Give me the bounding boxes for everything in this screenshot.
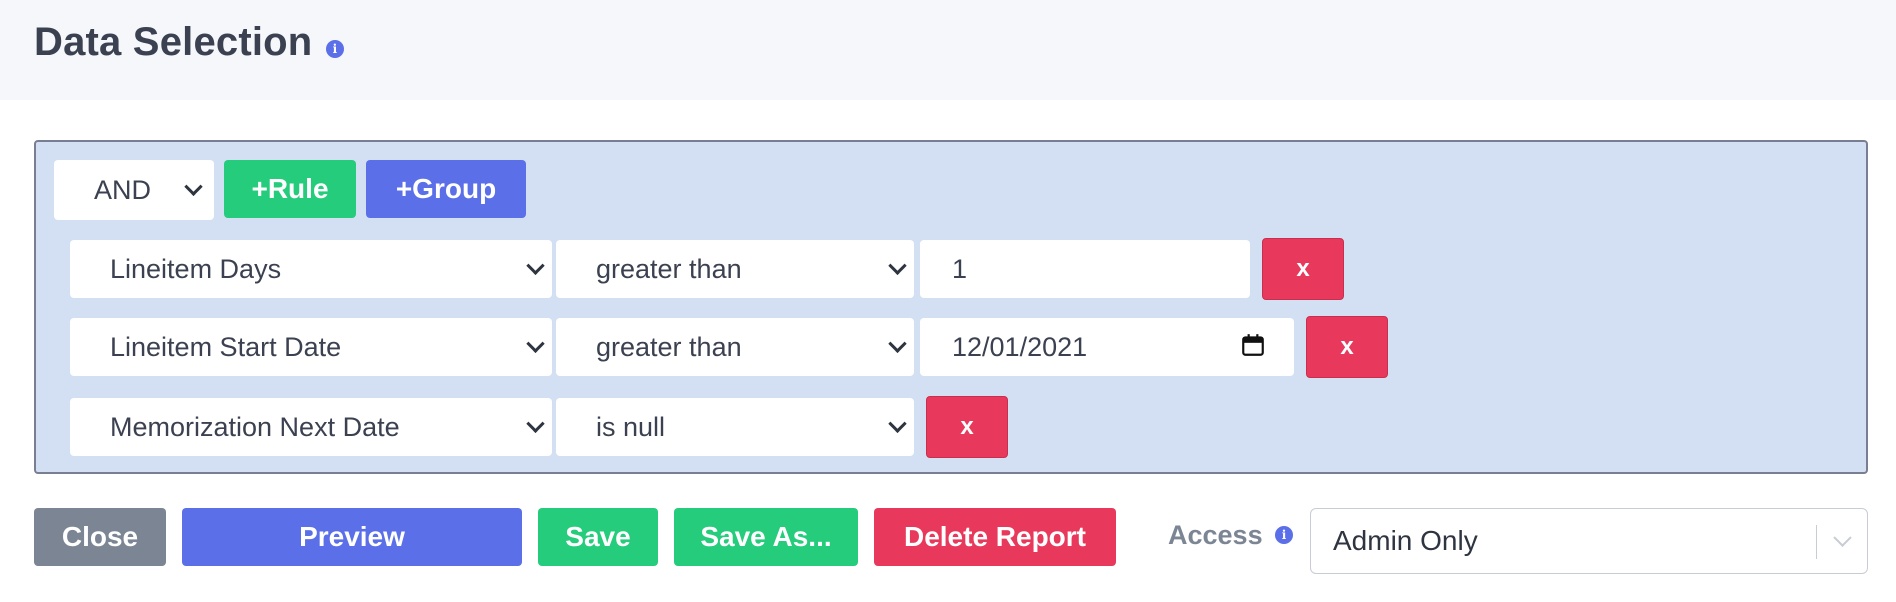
rule-3-operator-select[interactable]: is null <box>556 398 914 456</box>
rule-3-remove-button[interactable]: x <box>926 396 1008 458</box>
rule-1-operator-select[interactable]: greater than <box>556 240 914 298</box>
select-separator <box>1816 525 1817 559</box>
rule-1-field: Lineitem Days <box>110 253 282 284</box>
close-button[interactable]: Close <box>34 508 166 566</box>
rule-1-value-input[interactable]: 1 <box>920 240 1250 298</box>
rule-1-value: 1 <box>952 253 968 284</box>
rule-2-operator: greater than <box>596 331 742 362</box>
chevron-down-icon <box>1833 528 1852 547</box>
rule-3-operator: is null <box>596 411 666 442</box>
rule-1-operator: greater than <box>596 253 742 284</box>
access-select[interactable]: Admin Only <box>1310 508 1868 574</box>
chevron-down-icon <box>888 256 907 275</box>
info-icon[interactable]: i <box>326 40 344 58</box>
rule-1-field-select[interactable]: Lineitem Days <box>70 240 552 298</box>
add-rule-button[interactable]: +Rule <box>224 160 356 218</box>
page-title: Data Selection i <box>34 20 344 65</box>
calendar-icon[interactable] <box>1240 332 1266 358</box>
access-label: Access <box>1168 520 1263 550</box>
conjunction-select[interactable]: AND <box>54 160 214 220</box>
page-header: Data Selection i <box>0 0 1896 100</box>
save-as-button[interactable]: Save As... <box>674 508 858 566</box>
rule-2-remove-button[interactable]: x <box>1306 316 1388 378</box>
conjunction-value: AND <box>94 174 152 205</box>
page-title-text: Data Selection <box>34 20 313 64</box>
chevron-down-icon <box>888 414 907 433</box>
query-builder: AND +Rule +Group Lineitem Days greater t… <box>34 140 1868 474</box>
delete-report-button[interactable]: Delete Report <box>874 508 1116 566</box>
rule-1-remove-button[interactable]: x <box>1262 238 1344 300</box>
rule-3-field-select[interactable]: Memorization Next Date <box>70 398 552 456</box>
preview-button[interactable]: Preview <box>182 508 522 566</box>
chevron-down-icon <box>526 256 545 275</box>
info-icon[interactable]: i <box>1275 526 1293 544</box>
chevron-down-icon <box>888 334 907 353</box>
rule-2-date-input[interactable]: 12/01/2021 <box>920 318 1294 376</box>
add-group-button[interactable]: +Group <box>366 160 526 218</box>
chevron-down-icon <box>526 414 545 433</box>
rule-2-field: Lineitem Start Date <box>110 331 342 362</box>
rule-2-value: 12/01/2021 <box>952 331 1088 362</box>
save-button[interactable]: Save <box>538 508 658 566</box>
chevron-down-icon <box>526 334 545 353</box>
chevron-down-icon <box>184 177 203 196</box>
rule-2-field-select[interactable]: Lineitem Start Date <box>70 318 552 376</box>
rule-3-field: Memorization Next Date <box>110 411 400 442</box>
rule-2-operator-select[interactable]: greater than <box>556 318 914 376</box>
access-selected-value: Admin Only <box>1333 525 1478 556</box>
